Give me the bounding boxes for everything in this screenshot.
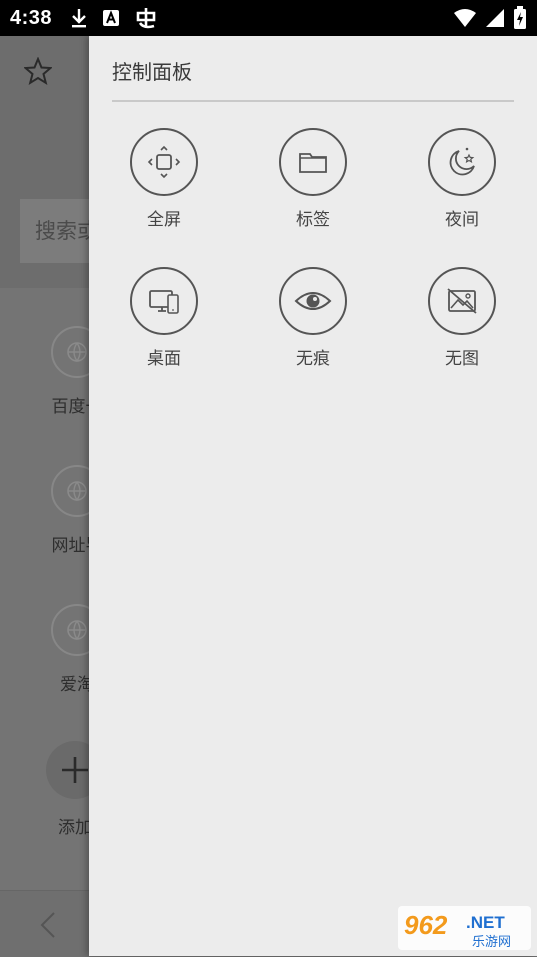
- tool-label: 全屏: [147, 210, 181, 230]
- fullscreen-button[interactable]: 全屏: [104, 128, 224, 230]
- font-app-icon: [103, 10, 120, 26]
- tool-label: 无图: [445, 349, 479, 369]
- tool-label: 夜间: [445, 210, 479, 230]
- tool-label: 标签: [296, 210, 330, 230]
- incognito-button[interactable]: 无痕: [253, 267, 373, 369]
- tabs-button[interactable]: 标签: [253, 128, 373, 230]
- notification-icons: [70, 6, 158, 30]
- signal-icon: [486, 9, 504, 27]
- battery-charging-icon: [514, 6, 526, 29]
- svg-text:乐游网: 乐游网: [472, 935, 511, 950]
- desktop-mode-icon: [149, 290, 179, 314]
- no-image-icon: [447, 288, 477, 314]
- watermark-logo: 962 .NET 乐游网: [398, 906, 531, 950]
- svg-text:962: 962: [404, 910, 448, 940]
- no-image-button[interactable]: 无图: [402, 267, 522, 369]
- status-bar: 4:38: [0, 0, 537, 36]
- fullscreen-icon: [147, 145, 181, 179]
- night-moon-icon: [449, 147, 475, 176]
- bookmark-star-icon[interactable]: [24, 57, 52, 85]
- tool-label: 无痕: [296, 349, 330, 369]
- night-mode-button[interactable]: 夜间: [402, 128, 522, 230]
- status-time: 4:38: [10, 6, 53, 29]
- system-icons: [453, 6, 527, 30]
- desktop-mode-button[interactable]: 桌面: [104, 267, 224, 369]
- tool-label: 桌面: [147, 349, 181, 369]
- back-arrow-icon[interactable]: [40, 911, 56, 939]
- title-divider: [112, 100, 514, 102]
- app-glyph-icon: [136, 8, 156, 29]
- drawer-title: 控制面板: [112, 60, 192, 84]
- wifi-icon: [454, 9, 476, 27]
- download-icon: [72, 9, 87, 28]
- svg-text:.NET: .NET: [466, 913, 505, 932]
- incognito-eye-icon: [294, 292, 332, 310]
- tabs-folder-icon: [299, 153, 327, 173]
- control-panel-drawer: 控制面板 全屏 标签 夜间 桌面 无痕 无图: [89, 36, 537, 956]
